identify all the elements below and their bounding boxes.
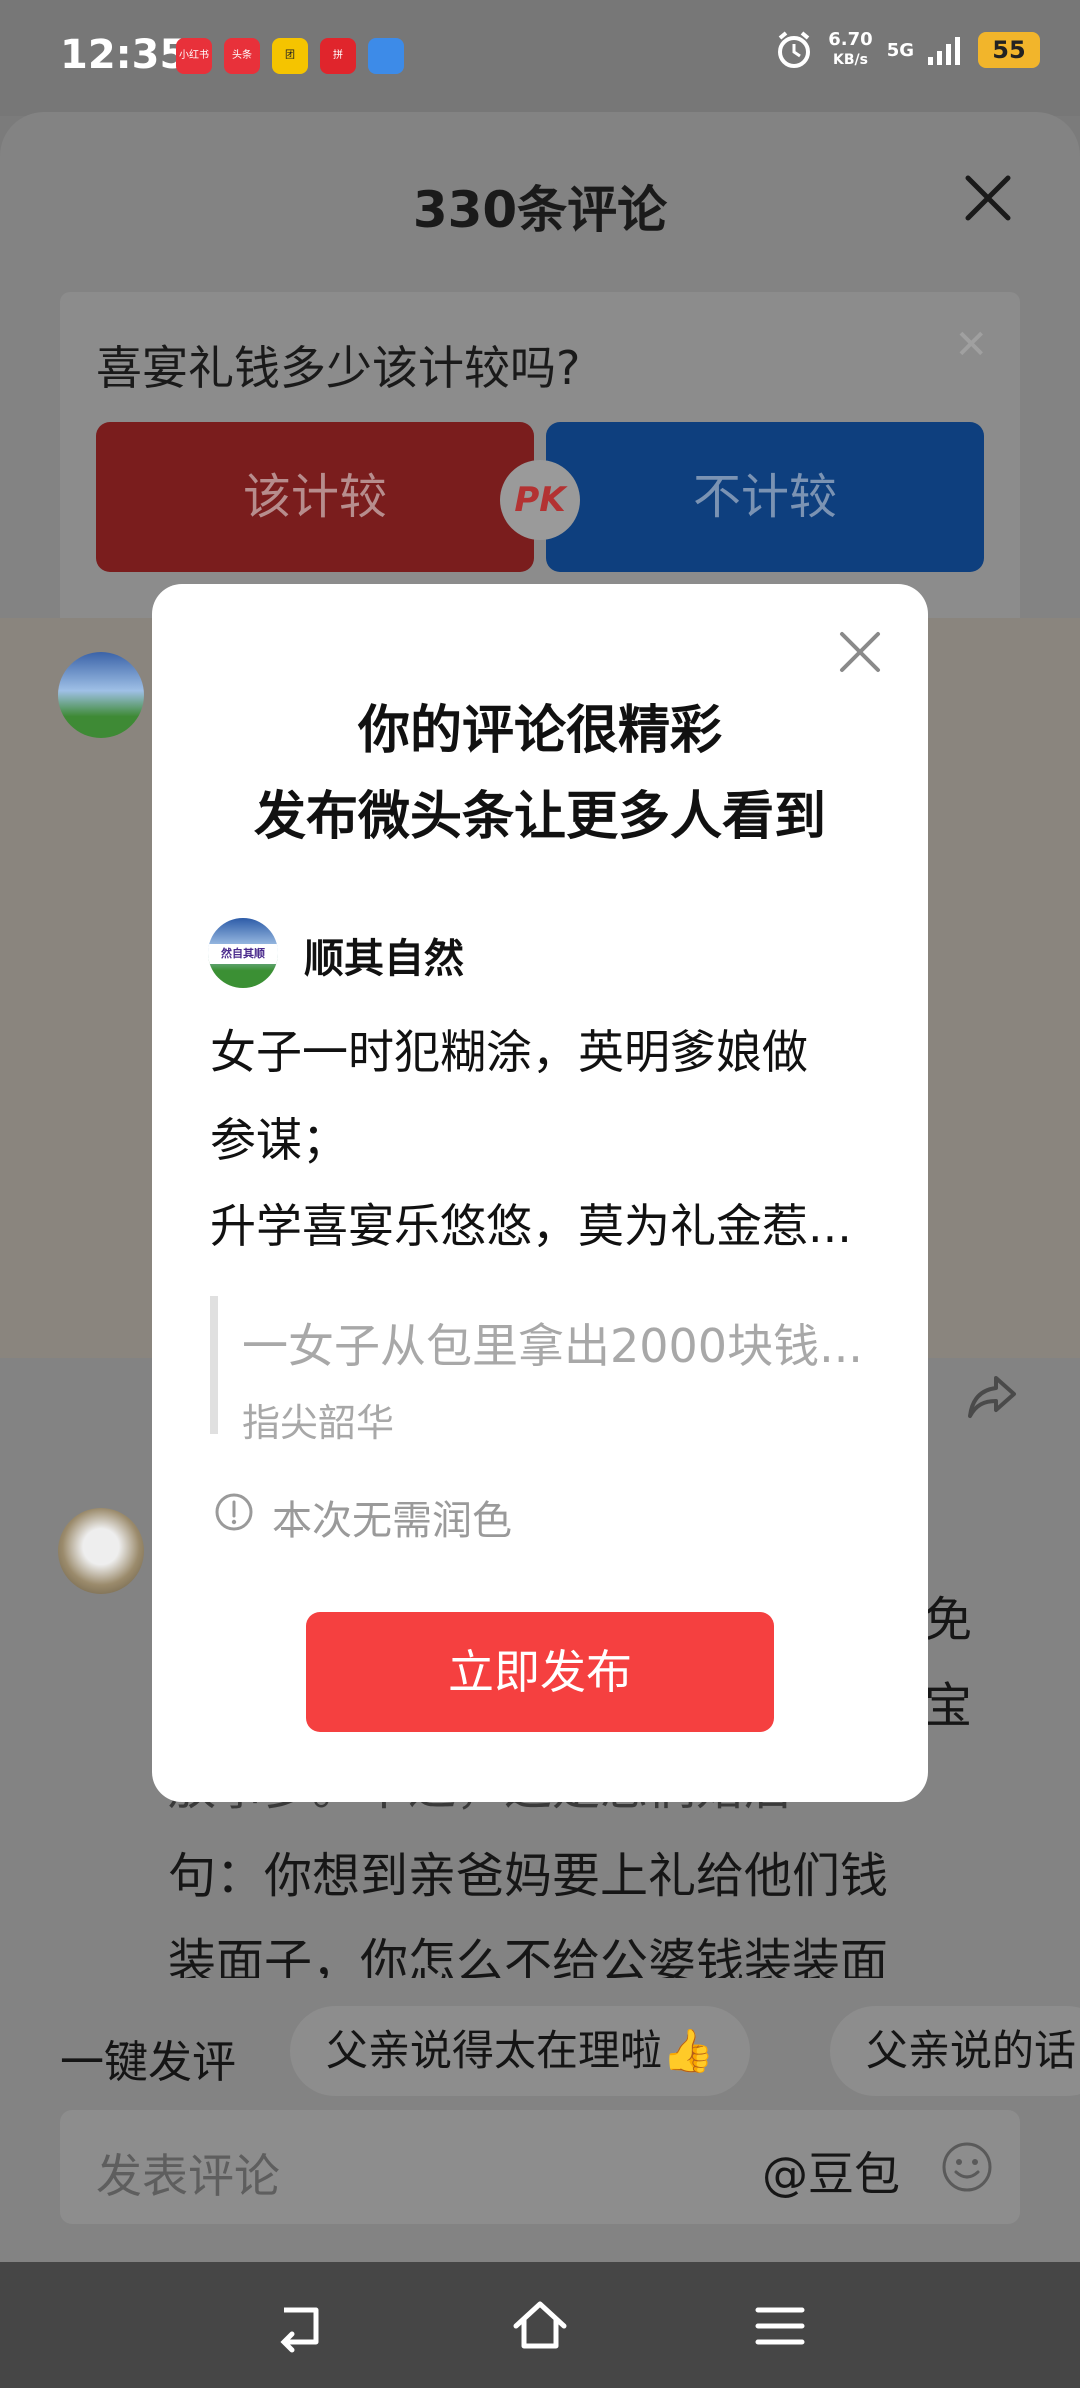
toutiao-icon: 头条	[224, 38, 260, 74]
poll-option-no-button[interactable]: 不计较	[546, 422, 984, 572]
poll-question: 喜宴礼钱多少该计较吗?	[96, 341, 581, 395]
quick-reply-row: 一键发评 父亲说得太在理啦👍 父亲说的话	[0, 1996, 1080, 2106]
polish-info-text: 本次无需润色	[272, 1498, 512, 1544]
dialog-title: 你的评论很精彩 发布微头条让更多人看到	[253, 701, 826, 847]
quoted-article-title: 一女子从包里拿出2000块钱...	[242, 1319, 863, 1373]
comment-preview-text: 升学喜宴乐悠悠，莫为礼金惹...	[210, 1199, 852, 1253]
status-bar: 12:35 小红书 头条 团 拼 6.70 KB/s 5G 55	[0, 0, 1080, 116]
notification-app-icons: 小红书 头条 团 拼	[176, 38, 404, 74]
battery-indicator: 55	[978, 32, 1040, 68]
comment-preview-text: 参谋；	[210, 1113, 348, 1167]
close-icon[interactable]	[962, 172, 1014, 224]
quick-reply-label: 一键发评	[60, 2037, 236, 2088]
tuan-app-icon: 团	[272, 38, 308, 74]
comment-input-placeholder: 发表评论	[96, 2149, 280, 2203]
avatar: 然自其顺	[208, 918, 278, 988]
signal-icon	[928, 37, 960, 65]
pk-badge: PK	[500, 460, 580, 540]
quick-reply-chip[interactable]: 父亲说得太在理啦👍	[290, 2006, 751, 2096]
close-icon[interactable]	[836, 628, 884, 676]
poll-dismiss-icon[interactable]: ✕	[954, 322, 988, 368]
poll-option-yes-button[interactable]: 该计较	[96, 422, 534, 572]
quoted-article-author: 指尖韶华	[242, 1401, 395, 1445]
avatar[interactable]	[58, 652, 144, 738]
back-icon[interactable]	[270, 2296, 330, 2356]
menu-icon[interactable]	[750, 2296, 810, 2356]
share-icon[interactable]	[966, 1370, 1018, 1422]
doubao-mention-button[interactable]: @豆包	[762, 2138, 900, 2204]
comment-text: 句：你想到亲爸妈要上礼给他们钱	[168, 1848, 889, 1904]
avatar[interactable]	[58, 1508, 144, 1594]
system-nav-bar	[0, 2262, 1080, 2388]
info-icon	[215, 1493, 253, 1531]
home-icon[interactable]	[510, 2296, 570, 2356]
comment-preview-text: 女子一时犯糊涂，英明爹娘做	[210, 1025, 808, 1079]
publish-button[interactable]: 立即发布	[306, 1612, 774, 1732]
status-time: 12:35	[60, 32, 188, 78]
net-speed: 6.70 KB/s	[828, 29, 873, 69]
alarm-icon	[778, 31, 811, 68]
comment-text: 免	[924, 1592, 973, 1648]
comment-text: 宝	[924, 1678, 973, 1734]
pinduoduo-icon: 拼	[320, 38, 356, 74]
emoji-icon[interactable]	[940, 2140, 994, 2194]
quick-reply-chip[interactable]: 父亲说的话	[830, 2006, 1080, 2096]
publish-dialog: 你的评论很精彩 发布微头条让更多人看到 然自其顺 顺其自然 女子一时犯糊涂，英明…	[152, 584, 928, 1802]
xiaohongshu-icon: 小红书	[176, 38, 212, 74]
comment-input[interactable]: 发表评论 @豆包	[60, 2110, 1020, 2224]
comment-text: 装面子，你怎么不给公婆钱装装面	[168, 1934, 889, 1978]
username: 顺其自然	[304, 936, 464, 982]
sheet-title: 330条评论	[412, 181, 668, 239]
network-type: 5G	[886, 39, 914, 61]
finder-app-icon	[368, 38, 404, 74]
quote-divider	[210, 1296, 218, 1434]
